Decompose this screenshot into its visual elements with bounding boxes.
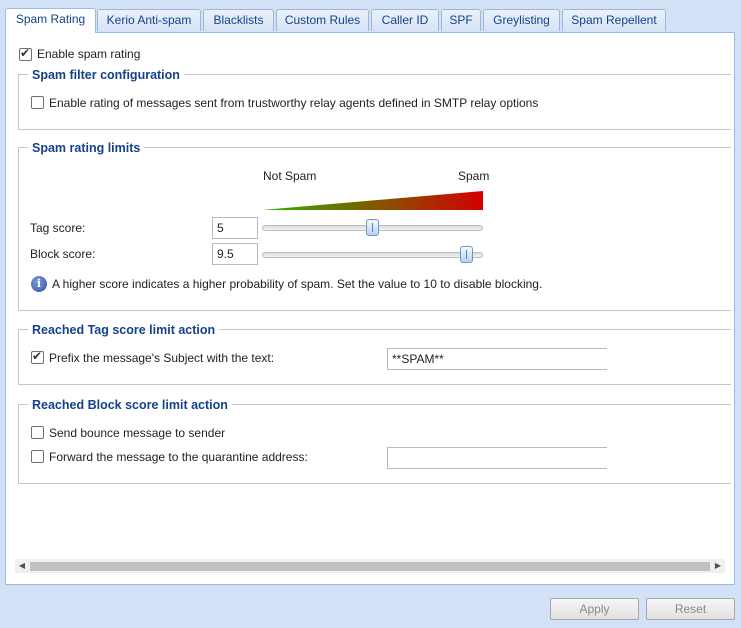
block-score-action-fieldset [18, 404, 731, 484]
enable-spam-rating-checkbox[interactable]: ✔ [19, 46, 32, 61]
scroll-right-arrow-icon[interactable]: ▶ [711, 559, 725, 573]
tag-score-input[interactable]: 5 [212, 217, 258, 239]
apply-button[interactable]: Apply [550, 598, 639, 620]
spam-filter-configuration-legend: Spam filter configuration [28, 68, 184, 82]
forward-quarantine-checkbox[interactable] [31, 450, 44, 463]
tab-greylisting[interactable]: Greylisting [483, 9, 560, 31]
spam-rating-limits-legend: Spam rating limits [28, 141, 145, 155]
trustworthy-relay-checkbox[interactable] [31, 96, 44, 109]
tag-score-slider-handle[interactable] [366, 219, 379, 236]
tab-blacklists[interactable]: Blacklists [203, 9, 274, 31]
spam-label: Spam [458, 169, 490, 183]
block-score-label: Block score: [30, 247, 96, 261]
tab-custom-rules[interactable]: Custom Rules [276, 9, 369, 31]
spam-rating-panel: ✔ Enable spam rating Spam filter configu… [5, 32, 735, 585]
tab-spam-repellent[interactable]: Spam Repellent [562, 9, 666, 31]
horizontal-scrollbar[interactable]: ◀ ▶ [15, 559, 725, 573]
block-score-slider-handle[interactable] [459, 246, 473, 263]
prefix-text-input[interactable]: **SPAM** [387, 348, 607, 370]
block-score-slider-track[interactable] [262, 252, 483, 258]
checkmark-icon: ✔ [20, 46, 31, 60]
spam-gradient-wedge [262, 191, 483, 210]
scroll-left-arrow-icon[interactable]: ◀ [15, 559, 29, 573]
info-icon: i [31, 276, 47, 292]
tab-bar: Spam Rating Kerio Anti-spam Blacklists C… [0, 0, 741, 33]
tag-score-action-legend: Reached Tag score limit action [28, 323, 220, 337]
tab-spam-rating[interactable]: Spam Rating [5, 8, 96, 33]
tab-caller-id[interactable]: Caller ID [371, 9, 439, 31]
not-spam-label: Not Spam [263, 169, 317, 183]
quarantine-address-input[interactable] [387, 447, 607, 469]
prefix-subject-checkbox[interactable]: ✔ [31, 349, 44, 364]
block-score-input[interactable]: 9.5 [212, 243, 258, 265]
score-info-text: A higher score indicates a higher probab… [52, 277, 543, 291]
reset-button[interactable]: Reset [646, 598, 735, 620]
trustworthy-relay-label: Enable rating of messages sent from trus… [49, 96, 539, 110]
tab-spf[interactable]: SPF [441, 9, 481, 31]
tag-score-label: Tag score: [30, 221, 86, 235]
block-score-action-legend: Reached Block score limit action [28, 398, 232, 412]
enable-spam-rating-label: Enable spam rating [37, 47, 141, 61]
tab-kerio-anti-spam[interactable]: Kerio Anti-spam [97, 9, 201, 31]
prefix-subject-label: Prefix the message's Subject with the te… [49, 351, 275, 365]
send-bounce-checkbox[interactable] [31, 426, 44, 439]
send-bounce-label: Send bounce message to sender [49, 426, 226, 440]
scrollbar-thumb[interactable] [30, 562, 710, 571]
forward-quarantine-label: Forward the message to the quarantine ad… [49, 450, 308, 464]
checkmark-icon: ✔ [32, 349, 43, 363]
